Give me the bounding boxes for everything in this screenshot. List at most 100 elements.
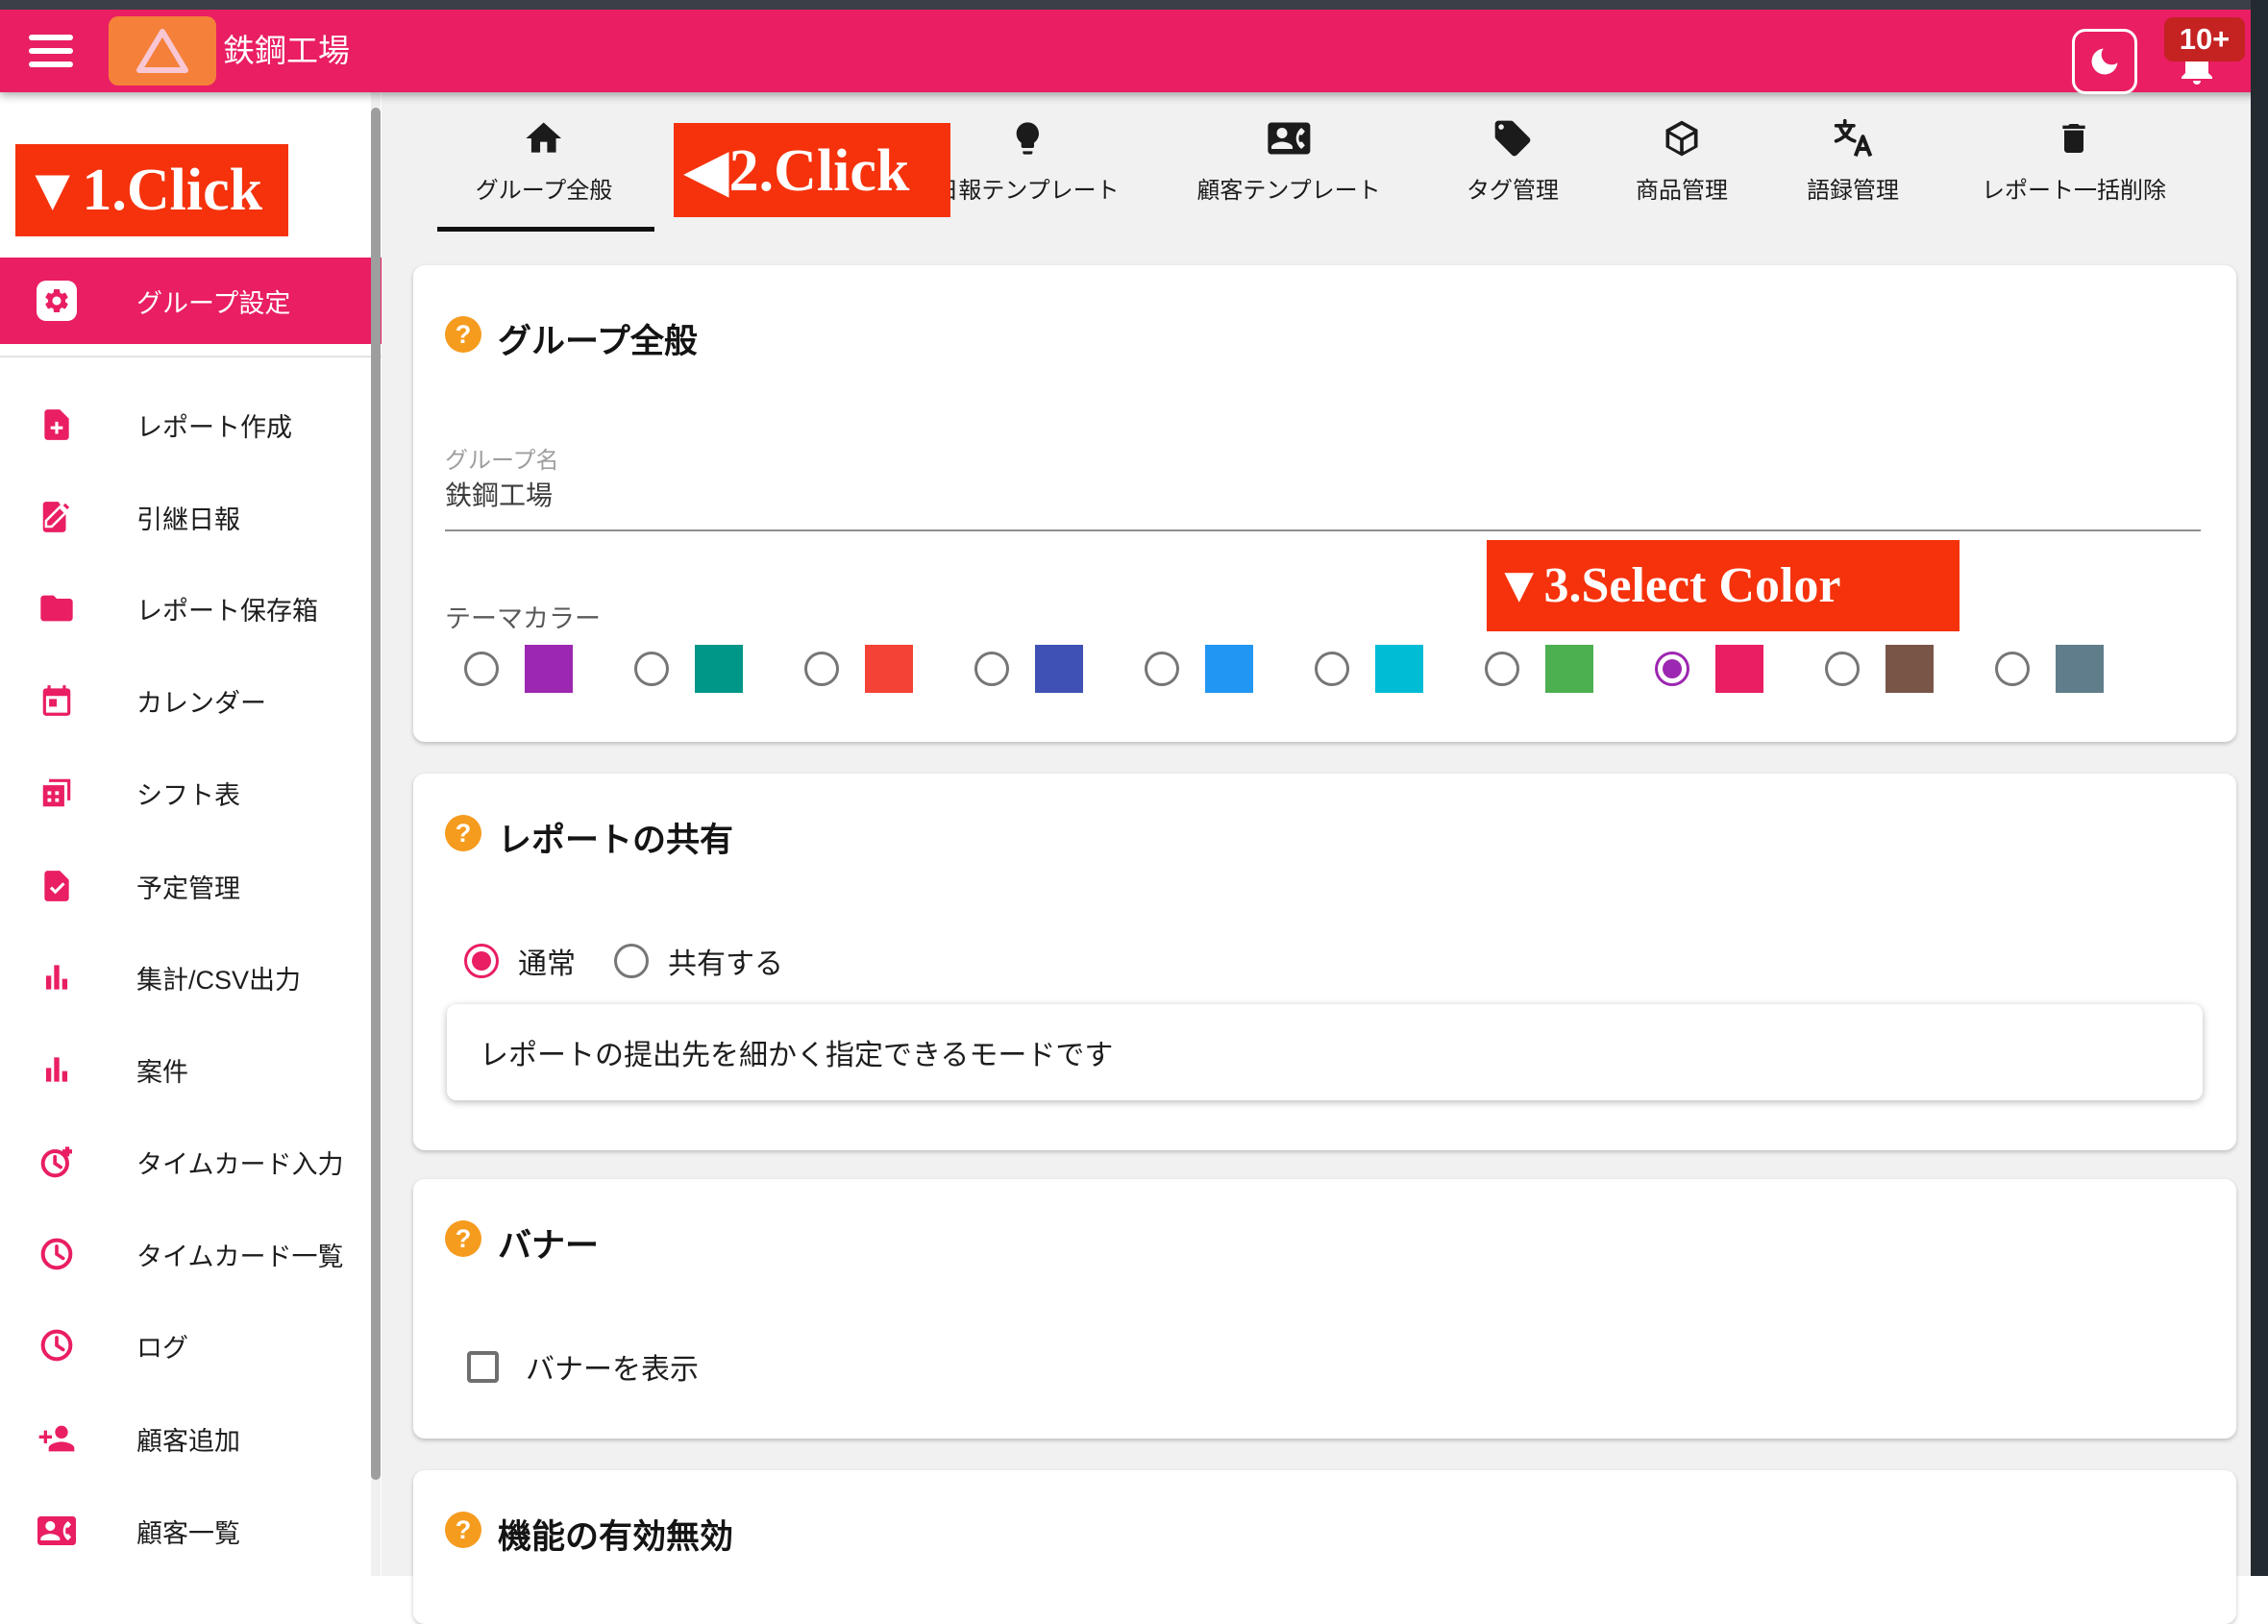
menu-icon[interactable] [29, 35, 73, 67]
color-swatch-5[interactable] [1375, 645, 1423, 693]
sidebar-item-label: 予定管理 [136, 868, 240, 905]
sidebar-item-label: ログ [136, 1327, 188, 1365]
radio-share-label[interactable]: 共有する [668, 940, 783, 982]
trash-icon [1982, 113, 2166, 160]
radio-normal-selected[interactable] [464, 944, 499, 978]
sidebar-item-handover-report[interactable]: 引継日報 [0, 471, 382, 563]
tab-glossary-management[interactable]: 語録管理 [1807, 113, 1899, 205]
color-swatch-1[interactable] [695, 645, 743, 693]
banner-checkbox-row[interactable]: バナーを表示 [467, 1345, 699, 1388]
sidebar-item-label: 顧客一覧 [136, 1513, 240, 1550]
tab-label: 日報テンプレート [935, 171, 1119, 205]
sidebar-item-timecard-list[interactable]: タイムカード一覧 [0, 1208, 382, 1300]
color-radio-5[interactable] [1315, 652, 1349, 686]
sidebar-item-timecard-entry[interactable]: タイムカード入力 [0, 1116, 382, 1208]
sidebar-item-label: 集計/CSV出力 [136, 959, 301, 997]
contact-card-icon [37, 1511, 77, 1551]
color-swatch-7[interactable] [1715, 645, 1763, 693]
tab-customer-template[interactable]: 顧客テンプレート [1196, 113, 1380, 205]
bar-chart-icon [37, 1049, 77, 1090]
sidebar-item-customer-add[interactable]: 顧客追加 [0, 1392, 382, 1485]
color-radio-7-selected[interactable] [1655, 652, 1689, 686]
annotation-step2-click: ◀2.Click [674, 123, 950, 217]
color-swatch-3[interactable] [1035, 645, 1083, 693]
color-radio-0[interactable] [464, 652, 499, 686]
sidebar-item-label: タイムカード一覧 [136, 1236, 343, 1273]
sidebar-item-group-settings[interactable]: グループ設定 [0, 258, 382, 344]
annotation-step1-click: ▼1.Click [15, 144, 288, 236]
color-swatch-8[interactable] [1886, 645, 1934, 693]
translate-icon [1807, 113, 1899, 160]
color-radio-8[interactable] [1825, 652, 1860, 686]
group-logo[interactable] [109, 16, 216, 86]
bar-chart-icon [37, 957, 77, 997]
tab-group-general[interactable]: グループ全般 [476, 113, 613, 205]
file-edit-icon [37, 497, 77, 537]
group-name-input[interactable]: 鉄鋼工場 [445, 475, 553, 513]
sidebar-item-projects[interactable]: 案件 [0, 1023, 382, 1116]
color-radio-2[interactable] [804, 652, 839, 686]
help-icon[interactable]: ? [445, 1220, 481, 1257]
sidebar-item-shift-table[interactable]: シフト表 [0, 747, 382, 839]
sidebar-item-customer-list[interactable]: 顧客一覧 [0, 1485, 382, 1577]
help-icon[interactable]: ? [445, 1512, 481, 1548]
shift-table-icon [37, 773, 77, 813]
sidebar-item-label: 引継日報 [136, 499, 240, 536]
tab-product-management[interactable]: 商品管理 [1636, 113, 1728, 205]
tab-label: 顧客テンプレート [1196, 171, 1380, 205]
theme-color-picker [464, 645, 2165, 693]
tab-tag-management[interactable]: タグ管理 [1467, 113, 1559, 205]
radio-share[interactable] [614, 944, 649, 978]
tab-daily-report-template[interactable]: 日報テンプレート [935, 113, 1119, 205]
help-icon[interactable]: ? [445, 316, 481, 353]
sidebar-item-log[interactable]: ログ [0, 1299, 382, 1391]
color-swatch-6[interactable] [1545, 645, 1593, 693]
sidebar-scrollbar-thumb[interactable] [371, 108, 381, 1480]
share-mode-radio-group: 通常 共有する [464, 940, 783, 982]
color-radio-6[interactable] [1485, 652, 1519, 686]
sidebar-item-label: カレンダー [136, 682, 266, 720]
sidebar-item-label: レポート保存箱 [136, 590, 318, 627]
group-name-underline [445, 529, 2201, 531]
sidebar-item-schedule[interactable]: 予定管理 [0, 840, 382, 932]
sidebar-item-report-create[interactable]: レポート作成 [0, 379, 382, 471]
help-icon[interactable]: ? [445, 815, 481, 851]
tab-report-bulk-delete[interactable]: レポート一括削除 [1982, 113, 2166, 205]
section-title-report-sharing: レポートの共有 [498, 813, 733, 862]
tag-icon [1467, 113, 1559, 160]
sidebar-item-calendar[interactable]: カレンダー [0, 654, 382, 747]
clock-plus-icon [37, 1142, 77, 1182]
banner-checkbox[interactable] [467, 1351, 499, 1383]
section-title-group-general: グループ全般 [498, 314, 698, 363]
folder-icon [37, 588, 77, 628]
clock-icon [37, 1234, 77, 1274]
color-radio-3[interactable] [974, 652, 1009, 686]
sidebar-item-label: シフト表 [136, 775, 240, 812]
group-name-label: グループ名 [445, 441, 559, 475]
app-header: 鉄鋼工場 10+ [0, 10, 2268, 92]
dark-mode-button[interactable] [2072, 29, 2137, 94]
share-mode-description: レポートの提出先を細かく指定できるモードです [480, 1031, 1113, 1073]
color-radio-9[interactable] [1995, 652, 2030, 686]
tab-label: グループ全般 [476, 171, 613, 205]
sidebar-item-label: グループ設定 [136, 283, 290, 320]
color-swatch-9[interactable] [2056, 645, 2104, 693]
color-swatch-2[interactable] [865, 645, 913, 693]
radio-normal-label[interactable]: 通常 [518, 940, 576, 982]
color-radio-1[interactable] [634, 652, 669, 686]
color-radio-4[interactable] [1145, 652, 1179, 686]
task-check-icon [37, 866, 77, 906]
lightbulb-icon [935, 113, 1119, 160]
sidebar-item-csv-export[interactable]: 集計/CSV出力 [0, 931, 382, 1023]
window-top-edge [0, 0, 2268, 10]
theme-color-label: テーマカラー [445, 598, 601, 635]
sidebar-item-label: 案件 [136, 1051, 188, 1089]
section-title-banner: バナー [498, 1218, 599, 1267]
sidebar-item-label: タイムカード入力 [136, 1144, 343, 1181]
color-swatch-0[interactable] [525, 645, 573, 693]
sidebar-item-label: 顧客追加 [136, 1420, 240, 1458]
section-title-features: 機能の有効無効 [498, 1510, 733, 1559]
color-swatch-4[interactable] [1205, 645, 1253, 693]
clock-icon [37, 1325, 77, 1366]
sidebar-item-report-storage[interactable]: レポート保存箱 [0, 562, 382, 654]
